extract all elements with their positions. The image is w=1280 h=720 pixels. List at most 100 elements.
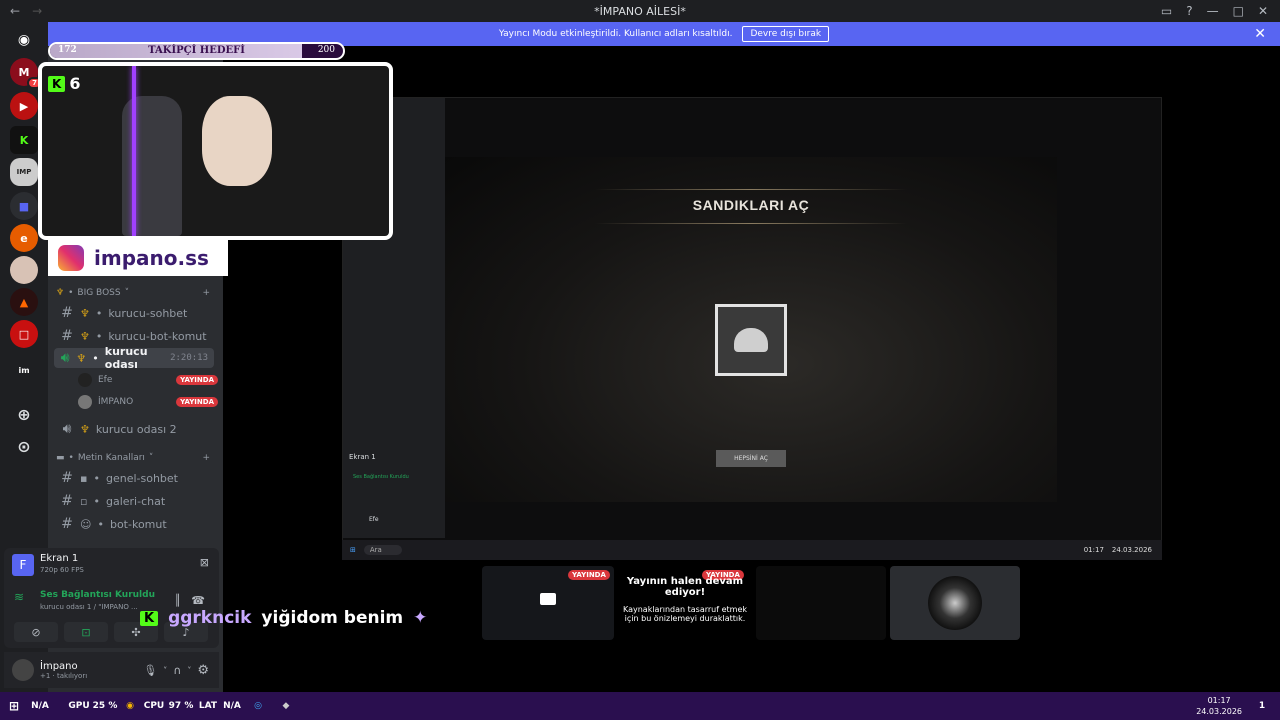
- impano-server-icon[interactable]: IMP: [10, 158, 38, 186]
- channel-genel-sohbet[interactable]: # ▪ • genel-sohbet: [54, 468, 214, 488]
- chevron-down-icon[interactable]: ˅: [163, 666, 167, 675]
- kick-logo-icon: K: [140, 610, 159, 626]
- channel-label: bot-komut: [109, 517, 167, 531]
- server-icon[interactable]: M7: [10, 58, 42, 89]
- screen-share-button[interactable]: ⊡: [64, 622, 108, 642]
- channel-bot-komut[interactable]: # ☺ • bot-komut: [54, 514, 214, 534]
- inner-clock-date: 24.03.2026: [1111, 546, 1152, 554]
- category-label: Metin Kanalları: [77, 453, 145, 463]
- chat-overlay: K ggrkncik yiğidom benim ✦: [140, 608, 427, 628]
- cpu-label: CPU: [143, 701, 165, 711]
- disable-streamer-mode-button[interactable]: Devre dışı bırak: [742, 26, 830, 42]
- text-channel-icon: #: [61, 305, 73, 321]
- help-icon[interactable]: ?: [1186, 4, 1192, 18]
- kick-server-icon[interactable]: K: [10, 126, 38, 154]
- title-divider: [595, 223, 907, 224]
- discord-home-icon[interactable]: ◉: [10, 26, 38, 54]
- clock-time: 01:17: [1207, 696, 1231, 705]
- trident-icon: ♆: [76, 351, 87, 365]
- user-thumbnail[interactable]: [890, 566, 1020, 640]
- user-panel: İmpano +1 · takılıyorı 🎙︎ ˅ ∩ ˅ ⚙: [4, 652, 219, 688]
- windows-start-icon[interactable]: ⊞: [0, 692, 28, 720]
- category-big-boss[interactable]: ♆ • BIG BOSS ˅ +: [56, 288, 216, 298]
- close-window-icon[interactable]: ✕: [1258, 4, 1268, 18]
- goal-target: 200: [317, 45, 335, 55]
- led-strip: [132, 66, 136, 236]
- channel-kurucu-odasi[interactable]: 🔊︎ ♆ • kurucu odası 2:20:13: [54, 345, 214, 371]
- paused-stream-thumbnail[interactable]: YAYINDA Yayının halen devam ediyor! Kayn…: [618, 566, 752, 640]
- lat-label: LAT: [198, 701, 218, 711]
- title-divider: [595, 189, 907, 190]
- disconnect-icon[interactable]: ☎: [191, 594, 205, 607]
- steam-icon[interactable]: ◎: [244, 692, 272, 720]
- stream-thumbnail[interactable]: [756, 566, 886, 640]
- channel-galeri-chat[interactable]: # ▫ • galeri-chat: [54, 491, 214, 511]
- chrome-icon[interactable]: ◉: [118, 692, 142, 720]
- stream-thumbnail[interactable]: YAYINDA: [482, 566, 614, 640]
- chat-icon: ▬: [56, 453, 65, 463]
- channel-kurucu-odasi-2[interactable]: 🔊︎ ♆ kurucu odası 2: [54, 419, 214, 439]
- folder-icon[interactable]: ■: [10, 192, 38, 220]
- instagram-icon: [58, 245, 84, 271]
- emote-icon: ✦: [413, 608, 428, 628]
- trident-icon: ♆: [80, 329, 90, 343]
- inbox-icon[interactable]: ▭: [1161, 4, 1172, 18]
- server-icon[interactable]: im: [10, 356, 38, 384]
- maximize-icon[interactable]: □: [1233, 4, 1244, 18]
- voice-user[interactable]: İMPANO YAYINDA: [78, 393, 218, 411]
- notification-icon[interactable]: 1: [1252, 692, 1272, 720]
- chevron-down-icon[interactable]: ˅: [187, 666, 191, 675]
- inner-search-box: Ara: [363, 545, 402, 555]
- add-channel-icon[interactable]: +: [202, 453, 210, 463]
- close-banner-icon[interactable]: ✕: [1254, 26, 1266, 42]
- helmet-icon: [734, 328, 768, 352]
- text-channel-icon: #: [61, 470, 73, 486]
- noise-icon[interactable]: ║: [174, 594, 181, 607]
- cpu-value: 97 %: [168, 701, 194, 711]
- discover-icon[interactable]: ⊙: [10, 432, 38, 460]
- category-metin[interactable]: ▬ • Metin Kanalları ˅ +: [56, 453, 216, 463]
- pause-title: Yayının halen devam ediyor!: [626, 576, 744, 598]
- channel-kurucu-bot-komut[interactable]: # ♆ • kurucu-bot-komut: [54, 326, 214, 346]
- channel-kurucu-sohbet[interactable]: # ♆ • kurucu-sohbet: [54, 303, 214, 323]
- live-badge: YAYINDA: [568, 570, 610, 580]
- server-icon[interactable]: □: [10, 320, 38, 348]
- server-icon[interactable]: ▶: [10, 92, 38, 120]
- game-title: SANDIKLARI AÇ: [692, 197, 810, 213]
- settings-gear-icon[interactable]: ⚙: [197, 663, 209, 678]
- voice-timer: 2:20:13: [170, 353, 208, 363]
- video-off-button[interactable]: ⊘: [14, 622, 58, 642]
- chair: [122, 96, 182, 236]
- server-icon[interactable]: ▲: [10, 288, 38, 316]
- instagram-handle-overlay: impano.ss: [48, 240, 228, 276]
- windows-start-icon: ⊞: [350, 546, 356, 554]
- microphone-icon[interactable]: 🎙︎: [143, 664, 157, 677]
- channel-label: galeri-chat: [105, 494, 166, 508]
- minimize-icon[interactable]: —: [1207, 4, 1219, 18]
- avatar[interactable]: [12, 659, 34, 681]
- stop-stream-icon[interactable]: ⊠: [200, 556, 209, 569]
- signal-icon[interactable]: ≋: [14, 590, 24, 604]
- text-channel-icon: #: [61, 516, 73, 532]
- server-icon[interactable]: [10, 256, 38, 284]
- kick-logo-icon: K: [48, 75, 66, 92]
- add-server-icon[interactable]: ⊕: [10, 400, 38, 428]
- instagram-handle: impano.ss: [94, 246, 209, 270]
- stream-quality: 720p 60 FPS: [40, 566, 84, 574]
- headset-icon[interactable]: ∩: [173, 664, 181, 677]
- live-badge: YAYINDA: [176, 375, 218, 385]
- windows-taskbar: ⊞ N/A GPU 25 % ◉ CPU 97 % LAT N/A ◎ ◆ 01…: [0, 692, 1280, 720]
- banner-text: Yayıncı Modu etkinleştirildi. Kullanıcı …: [498, 29, 733, 39]
- open-all-button[interactable]: HEPSİNİ AÇ: [716, 450, 786, 467]
- crate-helmet-icon[interactable]: [715, 304, 787, 376]
- system-clock[interactable]: 01:17 24.03.2026: [1196, 695, 1242, 717]
- channel-label: kurucu odası 2: [95, 422, 177, 436]
- app-icon[interactable]: ◆: [272, 692, 300, 720]
- server-icon[interactable]: e: [10, 224, 38, 252]
- game-screen[interactable]: SANDIKLARI AÇ HEPSİNİ AÇ: [445, 157, 1057, 502]
- voice-user[interactable]: Efe YAYINDA: [78, 371, 218, 389]
- text-channel-icon: #: [61, 493, 73, 509]
- channel-label: kurucu odası: [104, 345, 148, 371]
- na-widget[interactable]: N/A: [28, 692, 52, 720]
- add-channel-icon[interactable]: +: [202, 288, 210, 298]
